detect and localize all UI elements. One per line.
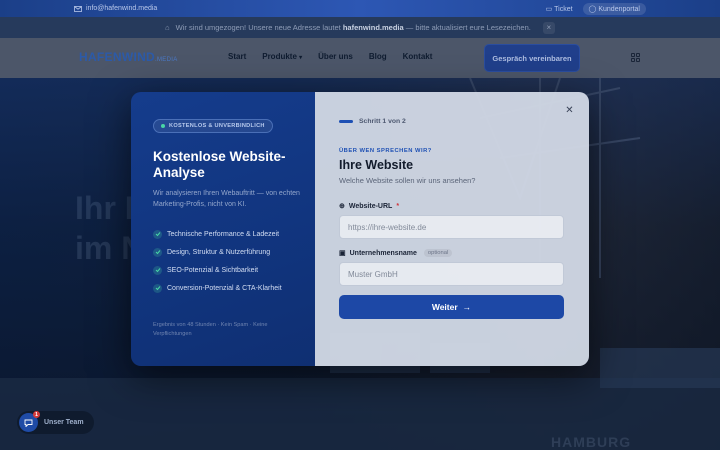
logo-text: HAFENWIND [79,50,156,64]
mail-icon [74,5,82,12]
next-button-label: Weiter [431,302,458,312]
ticket-label: Ticket [554,5,573,13]
website-url-label: ⊕ Website-URL * [339,202,400,211]
main-navbar: HAFENWIND.MEDIA Start Produkte ▾ Über un… [0,38,720,78]
required-marker: * [396,202,400,210]
contact-email-text: info@hafenwind.media [86,5,158,12]
notification-badge: 1 [33,411,40,418]
modal-footnote: Ergebnis von 48 Stunden · Kein Spam · Ke… [153,322,268,337]
form-subtitle: Welche Website sollen wir uns ansehen? [339,176,476,185]
close-icon: ✕ [565,105,574,116]
list-item: Conversion-Potenzial & CTA-Klarheit [153,283,282,293]
form-title: Ihre Website [339,158,414,172]
logo[interactable]: HAFENWIND.MEDIA [79,50,178,64]
check-icon [153,229,162,239]
arrow-right-icon: → [462,302,472,312]
free-badge: KOSTENLOS & UNVERBINDLICH [153,119,273,133]
hero-bottom-text: HAMBURG [551,434,632,450]
home-icon: ⌂ [165,23,170,32]
announcement-text: Wir sind umgezogen! Unsere neue Adresse … [176,23,531,32]
chat-widget[interactable]: 1 Unser Team [17,411,94,434]
list-item: SEO-Potenzial & Sichtbarkeit [153,265,282,275]
chat-bubble: 1 [19,411,40,432]
next-button[interactable]: Weiter → [339,295,564,319]
list-item: Technische Performance & Ladezeit [153,229,282,239]
announcement-text-after: — bitte aktualisiert eure Lesezeichen. [405,23,531,32]
check-icon [153,283,162,293]
logo-suffix: .MEDIA [155,57,178,63]
ticket-icon: ▭ [545,5,553,13]
customer-portal-link[interactable]: ◯ Kundenportal [582,2,646,15]
announcement-text-before: Wir sind umgezogen! Unsere neue Adresse … [175,23,341,32]
chat-icon [24,419,33,427]
benefit-text: Design, Struktur & Nutzerführung [167,248,271,256]
contact-email[interactable]: info@hafenwind.media [74,5,157,12]
ticket-link[interactable]: ▭ Ticket [546,5,573,13]
step-progress-bar [339,120,353,123]
benefit-text: Conversion-Potenzial & CTA-Klarheit [167,284,282,292]
nav-item-start[interactable]: Start [228,52,246,61]
check-icon [153,247,162,257]
step-indicator: Schritt 1 von 2 [339,118,406,125]
user-icon: ◯ [588,5,597,13]
website-url-label-text: Website-URL [348,202,393,210]
customer-portal-label: Kundenportal [598,5,640,13]
building-icon: ▣ [339,250,346,257]
check-icon [153,265,162,275]
announcement-bar: ⌂ Wir sind umgezogen! Unsere neue Adress… [0,17,720,38]
company-name-label-text: Unternehmensname [349,249,417,257]
benefit-list: Technische Performance & Ladezeit Design… [153,229,282,293]
nav-item-ueber-uns[interactable]: Über uns [318,52,353,61]
nav-item-produkte-label: Produkte [262,52,297,61]
close-icon: × [546,23,552,32]
nav-item-blog[interactable]: Blog [369,52,387,61]
close-modal-button[interactable]: ✕ [564,105,575,116]
benefit-text: SEO-Potenzial & Sichtbarkeit [167,266,259,274]
company-name-label: ▣ Unternehmensname optional [339,249,453,257]
top-utility-bar: info@hafenwind.media ▭ Ticket ◯ Kundenpo… [0,0,720,17]
nav-item-kontakt[interactable]: Kontakt [403,52,433,61]
company-name-input[interactable] [339,262,564,286]
status-dot [161,124,165,128]
modal-info-description: Wir analysieren Ihren Webauftritt — von … [153,190,300,208]
grid-menu-icon[interactable] [631,53,640,62]
form-eyebrow: ÜBER WEN SPRECHEN WIR? [339,148,432,154]
chevron-down-icon: ▾ [299,55,303,61]
book-call-button[interactable]: Gespräch vereinbaren [485,45,579,71]
website-url-input[interactable] [339,215,564,239]
chat-label: Unser Team [44,419,84,426]
free-badge-label: KOSTENLOS & UNVERBINDLICH [169,123,265,129]
website-analysis-modal: KOSTENLOS & UNVERBINDLICH Kostenlose Web… [131,92,589,366]
announcement-domain: hafenwind.media [342,23,404,32]
modal-form-panel: ✕ Schritt 1 von 2 ÜBER WEN SPRECHEN WIR?… [315,92,589,366]
nav-item-produkte[interactable]: Produkte ▾ [262,52,302,61]
step-label: Schritt 1 von 2 [359,118,406,125]
main-nav: Start Produkte ▾ Über uns Blog Kontakt [228,52,432,61]
globe-icon: ⊕ [339,203,345,210]
list-item: Design, Struktur & Nutzerführung [153,247,282,257]
modal-info-panel: KOSTENLOS & UNVERBINDLICH Kostenlose Web… [131,92,315,366]
close-announcement-button[interactable]: × [542,21,555,34]
benefit-text: Technische Performance & Ladezeit [167,230,280,238]
modal-info-title: Kostenlose Website-Analyse [153,149,286,180]
optional-badge: optional [423,249,453,257]
